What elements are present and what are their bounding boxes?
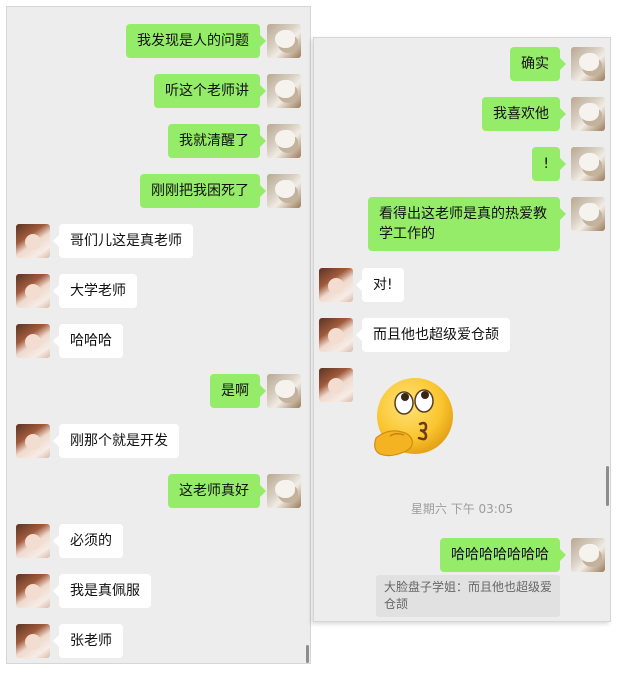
message-row: 大学老师 <box>7 274 310 312</box>
friend-avatar[interactable] <box>16 274 50 308</box>
my-avatar[interactable] <box>571 97 605 131</box>
message-row: 是啊 <box>7 374 310 412</box>
my-message-bubble[interactable]: 我发现是人的问题 <box>126 24 266 58</box>
friend-message-bubble[interactable]: 而且他也超级爱仓颉 <box>356 318 510 352</box>
friend-message-bubble[interactable]: 刚那个就是开发 <box>53 424 179 458</box>
message-row: 哈哈哈哈哈哈哈 <box>314 538 610 576</box>
my-avatar[interactable] <box>267 474 301 508</box>
my-message-bubble[interactable]: 我喜欢他 <box>482 97 566 131</box>
my-avatar[interactable] <box>571 538 605 572</box>
my-avatar[interactable] <box>267 374 301 408</box>
friend-avatar[interactable] <box>16 224 50 258</box>
message-row: 我发现是人的问题 <box>7 24 310 62</box>
friend-message-bubble[interactable]: 哈哈哈 <box>53 324 123 358</box>
my-avatar[interactable] <box>267 24 301 58</box>
message-row: 我就清醒了 <box>7 124 310 162</box>
my-message-bubble[interactable]: 我就清醒了 <box>168 124 266 158</box>
quoted-reply[interactable]: 大脸盘子学姐：而且他也超级爱仓颉 <box>376 575 560 617</box>
thinking-face-emoji-sticker[interactable] <box>370 376 456 462</box>
friend-message-bubble[interactable]: 对! <box>356 268 404 302</box>
my-message-bubble[interactable]: 这老师真好 <box>168 474 266 508</box>
my-message-bubble[interactable]: 是啊 <box>210 374 266 408</box>
friend-message-bubble[interactable]: 大学老师 <box>53 274 137 308</box>
friend-avatar[interactable] <box>16 574 50 608</box>
chat-panel-left: 我发现是人的问题 听这个老师讲 我就清醒了 刚刚把我困死了 哥们儿这是真老师 大… <box>6 6 311 664</box>
message-row: 哥们儿这是真老师 <box>7 224 310 262</box>
friend-avatar[interactable] <box>16 624 50 658</box>
scrollbar[interactable] <box>306 645 309 663</box>
message-row: 哈哈哈 <box>7 324 310 362</box>
chat-panel-right: 确实 我喜欢他 ! 看得出这老师是真的热爱教学工作的 对! 而且他也超级爱仓颉 <box>313 37 611 622</box>
message-row: 确实 <box>314 47 610 85</box>
my-avatar[interactable] <box>571 197 605 231</box>
message-row: 刚那个就是开发 <box>7 424 310 462</box>
friend-message-bubble[interactable]: 必须的 <box>53 524 123 558</box>
my-message-bubble[interactable]: 哈哈哈哈哈哈哈 <box>440 538 566 572</box>
my-message-bubble[interactable]: ! <box>532 147 566 181</box>
message-row: 听这个老师讲 <box>7 74 310 112</box>
my-avatar[interactable] <box>267 74 301 108</box>
scrollbar[interactable] <box>606 466 609 506</box>
friend-avatar[interactable] <box>16 324 50 358</box>
my-message-bubble[interactable]: 看得出这老师是真的热爱教学工作的 <box>368 197 566 251</box>
message-row: 我喜欢他 <box>314 97 610 135</box>
friend-avatar[interactable] <box>319 318 353 352</box>
message-row: 而且他也超级爱仓颉 <box>314 318 610 356</box>
my-avatar[interactable] <box>571 47 605 81</box>
my-message-bubble[interactable]: 听这个老师讲 <box>154 74 266 108</box>
friend-message-bubble[interactable]: 我是真佩服 <box>53 574 151 608</box>
my-avatar[interactable] <box>571 147 605 181</box>
message-row: 看得出这老师是真的热爱教学工作的 <box>314 197 610 255</box>
message-row: ! <box>314 147 610 185</box>
friend-message-bubble[interactable]: 张老师 <box>53 624 123 658</box>
my-message-bubble[interactable]: 确实 <box>510 47 566 81</box>
my-avatar[interactable] <box>267 124 301 158</box>
message-row: 张老师 <box>7 624 310 662</box>
message-row: 对! <box>314 268 610 306</box>
my-avatar[interactable] <box>267 174 301 208</box>
timestamp: 星期六 下午 03:05 <box>410 502 514 516</box>
friend-avatar[interactable] <box>16 524 50 558</box>
friend-message-bubble[interactable]: 哥们儿这是真老师 <box>53 224 193 258</box>
message-row: 我是真佩服 <box>7 574 310 612</box>
friend-avatar[interactable] <box>319 368 353 402</box>
my-message-bubble[interactable]: 刚刚把我困死了 <box>140 174 266 208</box>
message-row: 这老师真好 <box>7 474 310 512</box>
friend-avatar[interactable] <box>16 424 50 458</box>
message-row: 刚刚把我困死了 <box>7 174 310 212</box>
message-row <box>314 368 610 468</box>
friend-avatar[interactable] <box>319 268 353 302</box>
message-row: 必须的 <box>7 524 310 562</box>
